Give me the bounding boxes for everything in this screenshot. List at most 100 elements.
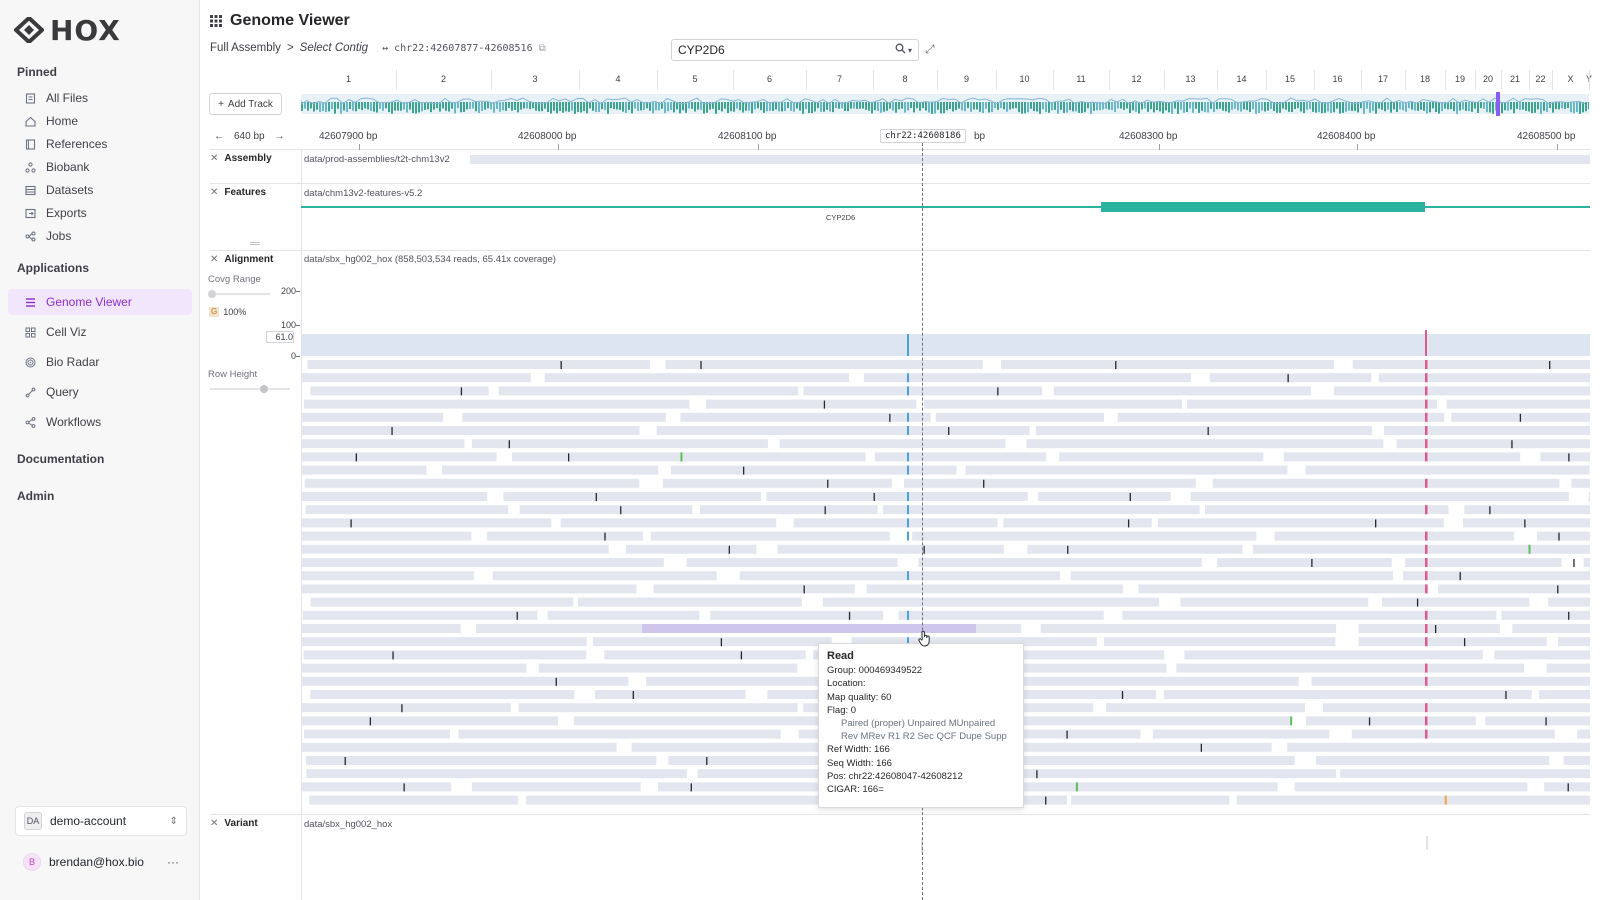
- scroll-right-icon[interactable]: →: [275, 131, 285, 142]
- read: [1358, 637, 1547, 647]
- more-icon[interactable]: ···: [167, 855, 179, 869]
- mismatch-base: [1425, 544, 1428, 554]
- sidebar-item-all-files[interactable]: All Files: [8, 86, 192, 110]
- chevron-down-icon[interactable]: ▾: [908, 46, 912, 55]
- chromosome-label-8[interactable]: 8: [902, 74, 907, 84]
- sidebar-item-biobank[interactable]: Biobank: [8, 155, 192, 179]
- chromosome-label-6[interactable]: 6: [767, 74, 772, 84]
- sidebar-item-datasets[interactable]: Datasets: [8, 178, 192, 202]
- chromosome-label-3[interactable]: 3: [532, 74, 537, 84]
- applications-heading: Applications: [17, 261, 90, 275]
- chromosome-label-21[interactable]: 21: [1510, 74, 1520, 84]
- sidebar-item-references[interactable]: References: [8, 132, 192, 156]
- chromosome-label-17[interactable]: 17: [1378, 74, 1388, 84]
- insertion-marker: [1549, 361, 1551, 369]
- chromosome-label-16[interactable]: 16: [1332, 74, 1342, 84]
- resize-handle[interactable]: [250, 242, 260, 243]
- chromosome-label-19[interactable]: 19: [1455, 74, 1465, 84]
- assembly-sequence-bar[interactable]: [470, 155, 1590, 164]
- ideogram-band: [619, 102, 621, 110]
- sidebar-item-exports[interactable]: Exports: [8, 201, 192, 225]
- read: [301, 676, 629, 686]
- read: [301, 663, 527, 673]
- read: [935, 412, 1104, 422]
- sidebar-item-query[interactable]: Query: [8, 380, 192, 404]
- read: [1274, 531, 1514, 541]
- variant-marker[interactable]: [1426, 836, 1428, 850]
- sidebar-item-home[interactable]: Home: [8, 109, 192, 133]
- chromosome-label-x[interactable]: X: [1567, 74, 1573, 84]
- slider-thumb[interactable]: [260, 385, 268, 393]
- hox-logo[interactable]: HOX: [14, 14, 121, 47]
- copy-icon[interactable]: ⧉: [539, 43, 546, 54]
- chromosome-label-20[interactable]: 20: [1483, 74, 1493, 84]
- ideogram-band: [1573, 102, 1575, 114]
- breadcrumb-root[interactable]: Full Assembly: [210, 42, 281, 54]
- chromosome-label-5[interactable]: 5: [692, 74, 697, 84]
- mismatch-base: [907, 465, 909, 475]
- close-icon[interactable]: ✕: [210, 818, 218, 829]
- read: [766, 492, 1028, 501]
- cursor-position-unit: bp: [974, 131, 986, 142]
- sidebar-item-bio-radar[interactable]: Bio Radar: [8, 350, 192, 374]
- sidebar-item-documentation[interactable]: Documentation: [17, 452, 104, 466]
- add-track-button[interactable]: + Add Track: [209, 93, 282, 115]
- expand-icon[interactable]: ⤢: [925, 42, 935, 57]
- chromosome-label-11[interactable]: 11: [1076, 74, 1085, 84]
- chromosome-label-14[interactable]: 14: [1236, 74, 1246, 84]
- export-icon: [24, 207, 36, 219]
- chromosome-label-4[interactable]: 4: [615, 74, 620, 84]
- chromosome-label-9[interactable]: 9: [964, 74, 969, 84]
- read: [498, 386, 799, 396]
- scroll-left-icon[interactable]: ←: [214, 131, 224, 142]
- mismatch-base: [1425, 676, 1428, 686]
- ideogram-band: [931, 102, 933, 114]
- ideogram-band: [1150, 102, 1152, 110]
- gene-exon-block[interactable]: [1101, 202, 1425, 212]
- close-icon[interactable]: ✕: [210, 187, 218, 198]
- sidebar-item-workflows[interactable]: Workflows: [8, 410, 192, 434]
- ideogram-band: [1504, 102, 1506, 111]
- insertion-marker: [604, 532, 606, 541]
- sidebar-item-cell-viz[interactable]: Cell Viz: [8, 320, 192, 344]
- read: [1571, 478, 1590, 488]
- row-height-slider[interactable]: [210, 385, 290, 393]
- read: [1463, 518, 1590, 528]
- insertion-marker: [948, 427, 950, 435]
- sidebar-item-admin[interactable]: Admin: [17, 489, 54, 503]
- chromosome-label-7[interactable]: 7: [837, 74, 842, 84]
- coverage-range-slider[interactable]: [208, 290, 270, 298]
- close-icon[interactable]: ✕: [210, 153, 218, 164]
- locus-search-input[interactable]: CYP2D6 ▾: [671, 39, 919, 61]
- chromosome-label-22[interactable]: 22: [1535, 74, 1545, 84]
- chromosome-label-10[interactable]: 10: [1019, 74, 1029, 84]
- ideogram-band: [1204, 102, 1206, 113]
- ideogram-bands[interactable]: [301, 92, 1589, 116]
- sidebar-item-jobs[interactable]: Jobs: [8, 224, 192, 248]
- ideogram-band: [1435, 102, 1437, 113]
- insertion-marker: [803, 585, 805, 594]
- chromosome-label-12[interactable]: 12: [1131, 74, 1141, 84]
- search-icon[interactable]: [895, 43, 906, 57]
- chromosome-label-13[interactable]: 13: [1185, 74, 1195, 84]
- chromosome-label-2[interactable]: 2: [441, 74, 446, 84]
- close-icon[interactable]: ✕: [210, 254, 218, 265]
- breadcrumb-current[interactable]: Select Contig: [300, 42, 368, 54]
- chromosome-ideogram[interactable]: 12345678910111213141516171819202122XY: [301, 70, 1592, 118]
- read: [1557, 637, 1590, 647]
- account-switcher[interactable]: DA demo-account ⇕: [15, 806, 187, 836]
- mismatch-base: [907, 426, 909, 435]
- tooltip-location: Location:: [827, 678, 866, 690]
- ideogram-band: [1390, 102, 1392, 113]
- user-menu[interactable]: B brendan@hox.bio ···: [15, 847, 187, 877]
- gene-label[interactable]: CYP2D6: [826, 213, 855, 222]
- chromosome-label-1[interactable]: 1: [346, 74, 351, 84]
- ideogram-band: [772, 102, 774, 111]
- slider-thumb[interactable]: [208, 290, 216, 298]
- sidebar-item-label: Home: [46, 114, 79, 128]
- read: [699, 505, 878, 515]
- chromosome-label-15[interactable]: 15: [1285, 74, 1295, 84]
- chromosome-label-18[interactable]: 18: [1420, 74, 1430, 84]
- sidebar-item-genome-viewer[interactable]: Genome Viewer: [8, 289, 192, 315]
- insertion-marker: [392, 651, 394, 660]
